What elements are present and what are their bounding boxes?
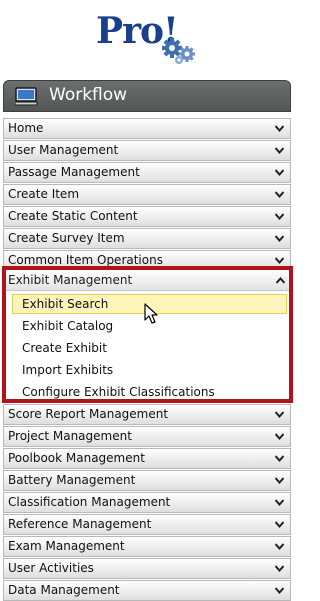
submenu-import-exhibits[interactable]: Import Exhibits [12, 360, 287, 380]
menu-item-create-static-content[interactable]: Create Static Content [3, 206, 291, 227]
gears-icon [162, 38, 195, 64]
chevron-down-icon [275, 235, 284, 242]
menu-item-data-management[interactable]: Data Management [3, 580, 291, 601]
menu-item-passage-management[interactable]: Passage Management [3, 162, 291, 183]
menu-item-label: Reference Management [8, 517, 152, 531]
menu-item-classification-management[interactable]: Classification Management [3, 492, 291, 513]
menu-item-label: Battery Management [8, 473, 136, 487]
menu-item-label: Data Management [8, 583, 120, 597]
chevron-down-icon [275, 411, 284, 418]
submenu-label: Create Exhibit [22, 341, 107, 355]
workflow-header: Workflow [3, 80, 291, 112]
menu-item-score-report-management[interactable]: Score Report Management [3, 404, 291, 425]
logo-area: Pro! [0, 0, 295, 78]
menu-item-label: Create Item [8, 187, 80, 201]
submenu-label: Configure Exhibit Classifications [22, 385, 215, 399]
menu-item-label: User Management [8, 143, 119, 157]
chevron-down-icon [275, 147, 284, 154]
menu-item-label: Passage Management [8, 165, 140, 179]
chevron-down-icon [275, 521, 284, 528]
menu-item-label: Poolbook Management [8, 451, 145, 465]
menu-item-label: User Activities [8, 561, 94, 575]
chevron-down-icon [275, 125, 284, 132]
workflow-title: Workflow [49, 85, 128, 105]
chevron-down-icon [275, 191, 284, 198]
menu-item-project-management[interactable]: Project Management [3, 426, 291, 447]
chevron-down-icon [275, 455, 284, 462]
chevron-down-icon [275, 499, 284, 506]
menu-item-user-management[interactable]: User Management [3, 140, 291, 161]
mouse-cursor-icon [144, 303, 158, 324]
monitor-icon [15, 87, 38, 106]
menu-item-label: Exhibit Management [8, 273, 133, 287]
submenu-label: Exhibit Catalog [22, 319, 114, 333]
submenu-create-exhibit[interactable]: Create Exhibit [12, 338, 287, 358]
menu-item-label: Create Static Content [8, 209, 138, 223]
exhibit-management-panel: Exhibit Management Exhibit Search Exhibi… [2, 266, 293, 403]
menu-item-label: Home [8, 121, 44, 135]
chevron-down-icon [275, 587, 284, 594]
chevron-down-icon [275, 477, 284, 484]
menu-item-label: Create Survey Item [8, 231, 125, 245]
chevron-down-icon [275, 169, 284, 176]
submenu-label: Import Exhibits [22, 363, 114, 377]
chevron-up-icon [276, 277, 285, 284]
menu-item-exam-management[interactable]: Exam Management [3, 536, 291, 557]
chevron-down-icon [275, 213, 284, 220]
menu-item-exhibit-management[interactable]: Exhibit Management [6, 270, 289, 291]
menu-item-label: Project Management [8, 429, 132, 443]
menu-item-label: Exam Management [8, 539, 125, 553]
submenu-configure-exhibit-classifications[interactable]: Configure Exhibit Classifications [12, 382, 287, 402]
chevron-down-icon [275, 543, 284, 550]
menu-item-poolbook-management[interactable]: Poolbook Management [3, 448, 291, 469]
chevron-down-icon [275, 433, 284, 440]
menu-item-home[interactable]: Home [3, 118, 291, 139]
menu-item-label: Classification Management [8, 495, 171, 509]
menu-item-battery-management[interactable]: Battery Management [3, 470, 291, 491]
menu-item-label: Common Item Operations [8, 253, 163, 267]
menu-item-label: Score Report Management [8, 407, 169, 421]
menu-item-user-activities[interactable]: User Activities [3, 558, 291, 579]
chevron-down-icon [275, 565, 284, 572]
chevron-down-icon [275, 257, 284, 264]
submenu-label: Exhibit Search [22, 297, 109, 311]
menu-item-create-survey-item[interactable]: Create Survey Item [3, 228, 291, 249]
menu-item-create-item[interactable]: Create Item [3, 184, 291, 205]
menu-item-reference-management[interactable]: Reference Management [3, 514, 291, 535]
